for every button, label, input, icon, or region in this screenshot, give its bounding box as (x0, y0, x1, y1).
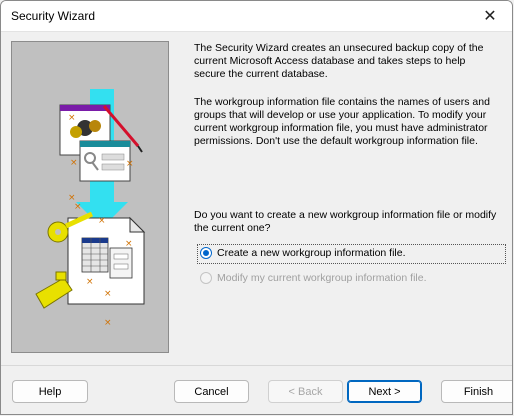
footer-separator (1, 365, 512, 366)
back-button: < Back (268, 380, 343, 403)
title-bar: Security Wizard ✕ (1, 1, 512, 32)
wizard-illustration-panel: × × × × × × × × × × (11, 41, 169, 353)
intro-paragraph-2: The workgroup information file contains … (194, 96, 490, 147)
radio-selected-icon[interactable] (200, 247, 212, 259)
svg-text:×: × (104, 318, 112, 328)
option-modify-current-label: Modify my current workgroup information … (217, 272, 427, 284)
svg-text:×: × (74, 202, 82, 212)
option-create-new-label: Create a new workgroup information file. (217, 247, 406, 259)
svg-text:×: × (68, 113, 76, 123)
finish-button[interactable]: Finish (441, 380, 512, 403)
next-button[interactable]: Next > (347, 380, 422, 403)
svg-text:×: × (125, 239, 133, 249)
cancel-button-label: Cancel (194, 385, 229, 398)
question-text: Do you want to create a new workgroup in… (194, 209, 497, 234)
security-wizard-illustration: × × × × × × × × × × (35, 89, 146, 328)
help-button[interactable]: Help (12, 380, 88, 403)
back-button-label: < Back (288, 385, 323, 398)
intro-paragraph-1: The Security Wizard creates an unsecured… (194, 42, 484, 80)
svg-text:×: × (126, 159, 134, 169)
svg-text:×: × (98, 216, 106, 226)
svg-text:×: × (70, 158, 78, 168)
help-button-label: Help (38, 385, 62, 398)
finish-button-label: Finish (463, 385, 494, 398)
radio-disabled-icon (200, 272, 212, 284)
close-icon[interactable]: ✕ (468, 1, 512, 31)
security-wizard-dialog: Security Wizard ✕ × × × × × × × × × × Th… (0, 0, 513, 415)
svg-text:×: × (86, 277, 94, 287)
svg-text:×: × (104, 289, 112, 299)
cancel-button[interactable]: Cancel (174, 380, 249, 403)
option-create-new[interactable]: Create a new workgroup information file. (200, 247, 406, 259)
window-title: Security Wizard (11, 9, 96, 23)
next-button-label: Next > (368, 385, 401, 398)
option-modify-current: Modify my current workgroup information … (200, 272, 427, 284)
